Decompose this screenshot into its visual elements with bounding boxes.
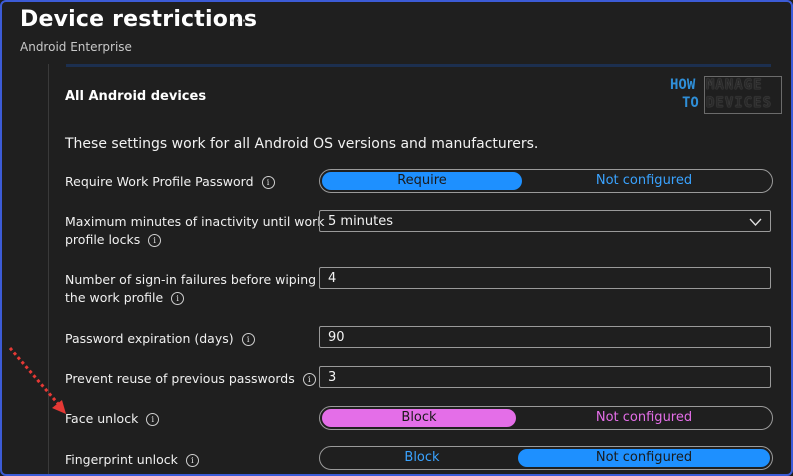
chevron-down-icon (749, 211, 762, 241)
howtomanagedevices-logo: HOW TO MANAGE DEVICES (670, 76, 782, 116)
info-icon[interactable]: i (261, 176, 275, 189)
info-icon[interactable]: i (185, 454, 199, 467)
inactivity-dropdown[interactable]: 5 minutes (319, 210, 771, 232)
prevent-reuse-input[interactable]: 3 (319, 366, 771, 388)
signin-failures-line2: the work profile (65, 290, 164, 305)
work-profile-password-text: Require Work Profile Password (65, 174, 254, 189)
annotation-arrow-icon (8, 347, 66, 414)
block-option[interactable]: Block (322, 409, 516, 427)
info-icon[interactable]: i (171, 292, 185, 305)
logo-to: TO (682, 95, 699, 111)
page-title: Device restrictions (20, 7, 258, 32)
info-icon[interactable]: i (302, 373, 316, 386)
window-frame: Device restrictions ··· Android Enterpri… (0, 0, 793, 476)
prevent-reuse-text: Prevent reuse of previous passwords (65, 371, 295, 386)
work-profile-password-label: Require Work Profile Password i (65, 173, 275, 191)
password-expiration-input[interactable]: 90 (319, 326, 771, 348)
info-icon[interactable]: i (146, 413, 160, 426)
prevent-reuse-label: Prevent reuse of previous passwords i (65, 370, 316, 388)
not-configured-option[interactable]: Not configured (518, 449, 770, 467)
not-configured-option[interactable]: Not configured (518, 172, 770, 190)
inactivity-label-line1: Maximum minutes of inactivity until work (65, 214, 325, 229)
inactivity-value: 5 minutes (328, 214, 394, 229)
info-icon[interactable]: i (241, 333, 255, 346)
inactivity-label: Maximum minutes of inactivity until work… (65, 213, 325, 249)
inactivity-label-line2-row: profile locks i (65, 231, 325, 249)
signin-failures-label: Number of sign-in failures before wiping… (65, 271, 316, 307)
not-configured-option[interactable]: Not configured (518, 409, 770, 427)
logo-how: HOW (670, 77, 696, 93)
password-expiration-label: Password expiration (days) i (65, 330, 255, 348)
signin-failures-input[interactable]: 4 (319, 267, 771, 289)
fingerprint-unlock-text: Fingerprint unlock (65, 452, 178, 467)
block-option[interactable]: Block (322, 449, 522, 467)
inactivity-label-line2: profile locks (65, 232, 141, 247)
face-unlock-label: Face unlock i (65, 410, 160, 428)
password-expiration-text: Password expiration (days) (65, 331, 234, 346)
logo-devices: DEVICES (706, 95, 773, 111)
require-option[interactable]: Require (322, 172, 522, 190)
signin-failures-line1: Number of sign-in failures before wiping (65, 272, 317, 287)
page-subtitle: Android Enterprise (20, 40, 132, 54)
info-icon[interactable]: i (148, 234, 162, 247)
more-options-button[interactable]: ··· (230, 12, 247, 30)
panel-top-bar (66, 64, 771, 67)
fingerprint-unlock-label: Fingerprint unlock i (65, 451, 199, 469)
section-intro: These settings work for all Android OS v… (65, 136, 539, 152)
face-unlock-text: Face unlock (65, 411, 139, 426)
section-title: All Android devices (65, 89, 207, 104)
work-profile-password-toggle: Require Not configured (319, 169, 773, 193)
face-unlock-toggle: Block Not configured (319, 406, 773, 430)
fingerprint-unlock-toggle: Block Not configured (319, 446, 773, 470)
logo-manage: MANAGE (706, 77, 763, 93)
signin-failures-line2-row: the work profile i (65, 289, 316, 307)
blade-header: Device restrictions (20, 7, 257, 32)
